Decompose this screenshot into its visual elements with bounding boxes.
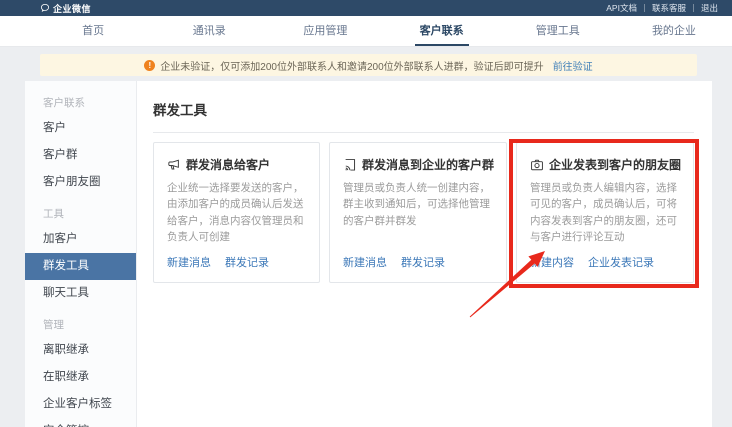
- active-tab-underline: [415, 44, 469, 46]
- card-title: 企业发表到客户的朋友圈: [549, 156, 681, 173]
- sidebar-item-onjob-inheritance[interactable]: 在职继承: [25, 364, 136, 391]
- nav-customer-contact-label: 客户联系: [420, 25, 464, 37]
- card-header: 群发消息给客户: [167, 156, 307, 173]
- sidebar-group-customer-contact: 客户联系: [25, 85, 136, 115]
- topbar-links: API文档 联系客服 退出: [606, 2, 718, 14]
- card-title: 群发消息给客户: [186, 156, 270, 173]
- new-message-link[interactable]: 新建消息: [167, 254, 211, 270]
- camera-icon: [530, 158, 544, 172]
- card-description: 企业统一选择要发送的客户，由添加客户的成员确认后发送给客户，消息内容仅管理员和负…: [167, 180, 307, 245]
- card-publish-to-moments: 企业发表到客户的朋友圈 管理员或负责人编辑内容，选择可见的客户，成员确认后，可将…: [516, 142, 694, 283]
- card-header: 企业发表到客户的朋友圈: [530, 156, 681, 173]
- main-panel: 群发工具 群发消息给客户 企业统一选择要发送的客户，由添加客户的成员确认后发送给…: [137, 81, 712, 427]
- app-logo[interactable]: 企业微信: [40, 2, 91, 15]
- card-description: 管理员或负责人统一创建内容，群主收到通知后，可选择他管理的客户群并群发: [343, 180, 494, 229]
- divider: [693, 4, 694, 12]
- main-nav: 首页 通讯录 应用管理 客户联系 管理工具 我的企业: [0, 16, 732, 46]
- nav-my-enterprise[interactable]: 我的企业: [616, 16, 732, 46]
- new-content-link[interactable]: 新建内容: [530, 254, 574, 270]
- send-records-link[interactable]: 群发记录: [401, 254, 445, 270]
- card-actions: 新建内容 企业发表记录: [530, 245, 681, 270]
- notice-text: 企业未验证，仅可添加200位外部联系人和邀请200位外部联系人进群，验证后即可提…: [160, 58, 543, 73]
- sidebar-group-tools: 工具: [25, 196, 136, 226]
- verification-notice: ! 企业未验证，仅可添加200位外部联系人和邀请200位外部联系人进群，验证后即…: [40, 54, 697, 76]
- divider: [153, 132, 694, 133]
- card-actions: 新建消息 群发记录: [167, 245, 307, 270]
- sidebar-group-management: 管理: [25, 307, 136, 337]
- chat-bubble-icon: [40, 3, 50, 13]
- publish-records-link[interactable]: 企业发表记录: [588, 254, 654, 270]
- card-title: 群发消息到企业的客户群: [362, 156, 494, 173]
- warning-icon: !: [144, 60, 155, 71]
- nav-app-management[interactable]: 应用管理: [267, 16, 383, 46]
- feed-icon: [343, 158, 357, 172]
- sidebar-item-customer-groups[interactable]: 客户群: [25, 142, 136, 169]
- content-container: 客户联系 客户 客户群 客户朋友圈 工具 加客户 群发工具 聊天工具 管理 离职…: [25, 81, 712, 427]
- new-message-link[interactable]: 新建消息: [343, 254, 387, 270]
- card-actions: 新建消息 群发记录: [343, 245, 494, 270]
- app-logo-text: 企业微信: [53, 2, 91, 15]
- nav-contacts[interactable]: 通讯录: [151, 16, 267, 46]
- nav-customer-contact[interactable]: 客户联系: [384, 16, 500, 46]
- card-header: 群发消息到企业的客户群: [343, 156, 494, 173]
- go-verify-link[interactable]: 前往验证: [553, 58, 593, 73]
- sidebar-item-security-control[interactable]: 安全管控: [25, 418, 136, 427]
- sidebar-item-resigned-inheritance[interactable]: 离职继承: [25, 337, 136, 364]
- cards-row: 群发消息给客户 企业统一选择要发送的客户，由添加客户的成员确认后发送给客户，消息…: [153, 142, 694, 283]
- sidebar-item-customer-moments[interactable]: 客户朋友圈: [25, 169, 136, 196]
- send-records-link[interactable]: 群发记录: [225, 254, 269, 270]
- nav-management-tools[interactable]: 管理工具: [500, 16, 616, 46]
- sidebar-item-mass-send-tools[interactable]: 群发工具: [25, 253, 136, 280]
- card-mass-message-to-customers: 群发消息给客户 企业统一选择要发送的客户，由添加客户的成员确认后发送给客户，消息…: [153, 142, 320, 283]
- card-mass-message-to-groups: 群发消息到企业的客户群 管理员或负责人统一创建内容，群主收到通知后，可选择他管理…: [329, 142, 507, 283]
- api-docs-link[interactable]: API文档: [606, 2, 637, 14]
- logout-link[interactable]: 退出: [701, 2, 718, 14]
- sidebar: 客户联系 客户 客户群 客户朋友圈 工具 加客户 群发工具 聊天工具 管理 离职…: [25, 81, 137, 427]
- sidebar-item-add-customer[interactable]: 加客户: [25, 226, 136, 253]
- divider: [644, 4, 645, 12]
- contact-support-link[interactable]: 联系客服: [652, 2, 686, 14]
- nav-home[interactable]: 首页: [35, 16, 151, 46]
- megaphone-icon: [167, 158, 181, 172]
- page-title: 群发工具: [153, 99, 694, 119]
- card-description: 管理员或负责人编辑内容，选择可见的客户，成员确认后，可将内容发表到客户的朋友圈，…: [530, 180, 681, 245]
- sidebar-item-customer-tags[interactable]: 企业客户标签: [25, 391, 136, 418]
- topbar: 企业微信 API文档 联系客服 退出: [0, 0, 732, 16]
- sidebar-item-chat-tools[interactable]: 聊天工具: [25, 280, 136, 307]
- sidebar-item-customers[interactable]: 客户: [25, 115, 136, 142]
